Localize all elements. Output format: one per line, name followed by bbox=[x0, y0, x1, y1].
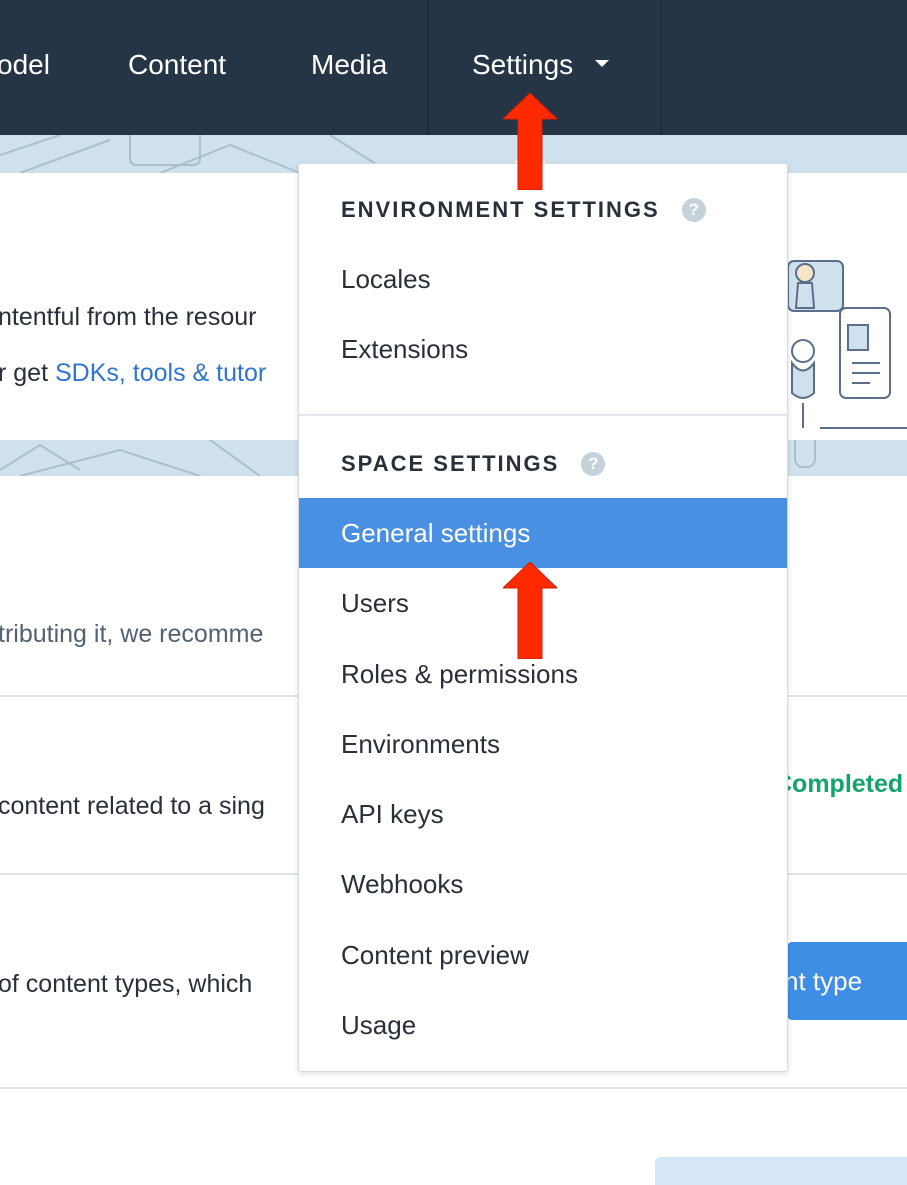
section-text-line-4: content related to a sing bbox=[0, 792, 265, 820]
help-icon[interactable]: ? bbox=[581, 452, 606, 476]
nav-content-model[interactable]: odel bbox=[0, 0, 50, 135]
status-completed-badge: Completed bbox=[774, 770, 904, 798]
add-content-type-button[interactable]: nt type bbox=[787, 942, 907, 1020]
menu-item-content-preview[interactable]: Content preview bbox=[299, 920, 787, 990]
menu-item-api-keys[interactable]: API keys bbox=[299, 779, 787, 849]
menu-item-locales[interactable]: Locales bbox=[299, 244, 787, 314]
sdk-tools-link[interactable]: SDKs, tools & tutor bbox=[55, 359, 266, 387]
add-content-type-button-label: nt type bbox=[787, 966, 863, 996]
nav-media[interactable]: Media bbox=[311, 0, 387, 135]
menu-item-extensions[interactable]: Extensions bbox=[299, 314, 787, 384]
section-text-line-5: of content types, which bbox=[0, 970, 253, 998]
banner-text-line-2: r get SDKs, tools & tutor bbox=[0, 359, 266, 388]
section-text-line-3: tributing it, we recomme bbox=[0, 620, 264, 648]
nav-content[interactable]: Content bbox=[128, 0, 226, 135]
annotation-arrow-up-icon bbox=[503, 562, 557, 659]
nav-divider bbox=[660, 0, 662, 135]
menu-item-general-settings[interactable]: General settings bbox=[299, 498, 787, 568]
nav-divider bbox=[427, 0, 429, 135]
annotation-arrow-up-icon bbox=[503, 93, 557, 190]
section-divider bbox=[0, 1087, 907, 1089]
nav-settings-label: Settings bbox=[472, 49, 574, 80]
top-navigation: odel Content Media Settings bbox=[0, 0, 907, 135]
chevron-down-icon bbox=[595, 60, 610, 68]
banner-text-line-1: ntentful from the resour bbox=[0, 303, 257, 331]
environment-settings-heading: ENVIRONMENT SETTINGS? bbox=[341, 197, 706, 223]
help-icon[interactable]: ? bbox=[681, 198, 706, 222]
menu-item-webhooks[interactable]: Webhooks bbox=[299, 849, 787, 919]
space-settings-heading-label: SPACE SETTINGS bbox=[341, 451, 560, 476]
menu-divider bbox=[299, 414, 787, 416]
environment-settings-heading-label: ENVIRONMENT SETTINGS bbox=[341, 197, 660, 222]
banner-illustration bbox=[787, 260, 907, 429]
secondary-button[interactable] bbox=[655, 1157, 907, 1185]
menu-item-usage[interactable]: Usage bbox=[299, 990, 787, 1060]
menu-item-environments[interactable]: Environments bbox=[299, 709, 787, 779]
banner-text-prefix: r get bbox=[0, 359, 55, 387]
space-settings-heading: SPACE SETTINGS? bbox=[341, 451, 606, 477]
